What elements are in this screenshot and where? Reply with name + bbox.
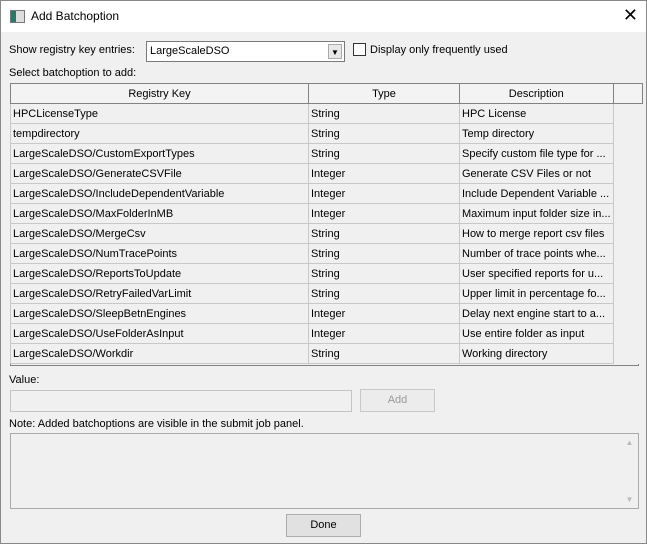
column-header-spacer — [612, 83, 643, 104]
description-cell[interactable]: Working directory — [459, 343, 614, 364]
row-spacer — [613, 164, 642, 184]
row-spacer — [613, 284, 642, 304]
checkbox-label: Display only frequently used — [370, 44, 508, 56]
table-row[interactable]: LargeScaleDSO/SleepBetnEngines Integer Del… — [10, 303, 643, 324]
description-cell[interactable]: Delay next engine start to a... — [459, 303, 614, 324]
note-text: Note: Added batchoptions are visible in … — [9, 418, 304, 430]
close-icon[interactable]: ✕ — [623, 5, 638, 25]
row-spacer — [613, 304, 642, 324]
description-cell[interactable]: Temp directory — [459, 123, 614, 144]
value-label: Value: — [9, 374, 40, 386]
row-spacer — [613, 144, 642, 164]
type-cell[interactable]: String — [308, 343, 460, 364]
registry-key-cell[interactable]: LargeScaleDSO/SleepBetnEngines — [10, 303, 309, 324]
description-cell[interactable]: Specify custom file type for ... — [459, 143, 614, 164]
filter-label: Show registry key entries: — [9, 44, 135, 56]
done-button[interactable]: Done — [286, 514, 361, 537]
description-cell[interactable]: Include Dependent Variable ... — [459, 183, 614, 204]
description-cell[interactable]: Maximum input folder size in... — [459, 203, 614, 224]
type-cell[interactable]: Integer — [308, 183, 460, 204]
batchoption-table: Registry Key Type Description HPCLicense… — [10, 83, 643, 364]
column-header-description[interactable]: Description — [459, 83, 614, 104]
value-input[interactable] — [10, 390, 352, 412]
registry-key-cell[interactable]: LargeScaleDSO/NumTracePoints — [10, 243, 309, 264]
table-row[interactable]: LargeScaleDSO/UseFolderAsInput Integer Use… — [10, 323, 643, 344]
row-spacer — [613, 324, 642, 344]
registry-key-dropdown[interactable]: LargeScaleDSO ▼ — [146, 41, 345, 62]
registry-key-cell[interactable]: LargeScaleDSO/GenerateCSVFile — [10, 163, 309, 184]
description-cell[interactable]: Use entire folder as input — [459, 323, 614, 344]
app-icon — [10, 10, 25, 23]
row-spacer — [613, 224, 642, 244]
registry-key-cell[interactable]: LargeScaleDSO/MaxFolderInMB — [10, 203, 309, 224]
type-cell[interactable]: Integer — [308, 163, 460, 184]
table-row[interactable]: LargeScaleDSO/IncludeDependentVariable In… — [10, 183, 643, 204]
added-options-textarea[interactable]: ▲ ▼ — [10, 433, 639, 509]
type-cell[interactable]: String — [308, 223, 460, 244]
add-button[interactable]: Add — [360, 389, 435, 412]
registry-key-cell[interactable]: HPCLicenseType — [10, 103, 309, 124]
row-spacer — [613, 124, 642, 144]
registry-key-cell[interactable]: LargeScaleDSO/UseFolderAsInput — [10, 323, 309, 344]
description-cell[interactable]: Number of trace points whe... — [459, 243, 614, 264]
type-cell[interactable]: String — [308, 243, 460, 264]
description-cell[interactable]: Generate CSV Files or not — [459, 163, 614, 184]
table-label: Select batchoption to add: — [9, 67, 137, 79]
frequently-used-checkbox[interactable] — [353, 43, 366, 56]
column-header-registry-key[interactable]: Registry Key — [10, 83, 309, 104]
type-cell[interactable]: Integer — [308, 303, 460, 324]
description-cell[interactable]: HPC License — [459, 103, 614, 124]
table-row[interactable]: HPCLicenseType String HPC License — [10, 103, 643, 124]
registry-key-cell[interactable]: LargeScaleDSO/ReportsToUpdate — [10, 263, 309, 284]
registry-key-cell[interactable]: tempdirectory — [10, 123, 309, 144]
registry-key-cell[interactable]: LargeScaleDSO/Workdir — [10, 343, 309, 364]
type-cell[interactable]: String — [308, 283, 460, 304]
row-spacer — [613, 204, 642, 224]
registry-key-cell[interactable]: LargeScaleDSO/RetryFailedVarLimit — [10, 283, 309, 304]
type-cell[interactable]: Integer — [308, 323, 460, 344]
scrollbar[interactable]: ▲ ▼ — [621, 434, 638, 508]
table-row[interactable]: LargeScaleDSO/GenerateCSVFile Integer Gene… — [10, 163, 643, 184]
row-spacer — [613, 344, 642, 364]
registry-key-cell[interactable]: LargeScaleDSO/CustomExportTypes — [10, 143, 309, 164]
type-cell[interactable]: String — [308, 263, 460, 284]
description-cell[interactable]: How to merge report csv files — [459, 223, 614, 244]
table-row[interactable]: tempdirectory String Temp directory — [10, 123, 643, 144]
table-row[interactable]: LargeScaleDSO/MergeCsv String How to merge… — [10, 223, 643, 244]
window-title: Add Batchoption — [31, 9, 120, 23]
table-row[interactable]: LargeScaleDSO/NumTracePoints String Number… — [10, 243, 643, 264]
table-row[interactable]: LargeScaleDSO/MaxFolderInMB Integer Maximu… — [10, 203, 643, 224]
table-row[interactable]: LargeScaleDSO/CustomExportTypes String Spe… — [10, 143, 643, 164]
table-row[interactable]: LargeScaleDSO/RetryFailedVarLimit String U… — [10, 283, 643, 304]
row-spacer — [613, 244, 642, 264]
table-row[interactable]: LargeScaleDSO/ReportsToUpdate String User … — [10, 263, 643, 284]
type-cell[interactable]: String — [308, 143, 460, 164]
description-cell[interactable]: User specified reports for u... — [459, 263, 614, 284]
registry-key-cell[interactable]: LargeScaleDSO/IncludeDependentVariable — [10, 183, 309, 204]
row-spacer — [613, 184, 642, 204]
row-spacer — [613, 264, 642, 284]
dialog-window: Add Batchoption ✕ Show registry key entr… — [0, 0, 647, 544]
dropdown-value: LargeScaleDSO — [150, 45, 230, 57]
chevron-down-icon[interactable]: ▼ — [328, 44, 342, 59]
title-bar: Add Batchoption ✕ — [1, 1, 646, 32]
table-row[interactable]: LargeScaleDSO/Workdir String Working direc… — [10, 343, 643, 364]
type-cell[interactable]: String — [308, 103, 460, 124]
description-cell[interactable]: Upper limit in percentage fo... — [459, 283, 614, 304]
type-cell[interactable]: String — [308, 123, 460, 144]
column-header-type[interactable]: Type — [308, 83, 460, 104]
row-spacer — [613, 104, 642, 124]
type-cell[interactable]: Integer — [308, 203, 460, 224]
registry-key-cell[interactable]: LargeScaleDSO/MergeCsv — [10, 223, 309, 244]
